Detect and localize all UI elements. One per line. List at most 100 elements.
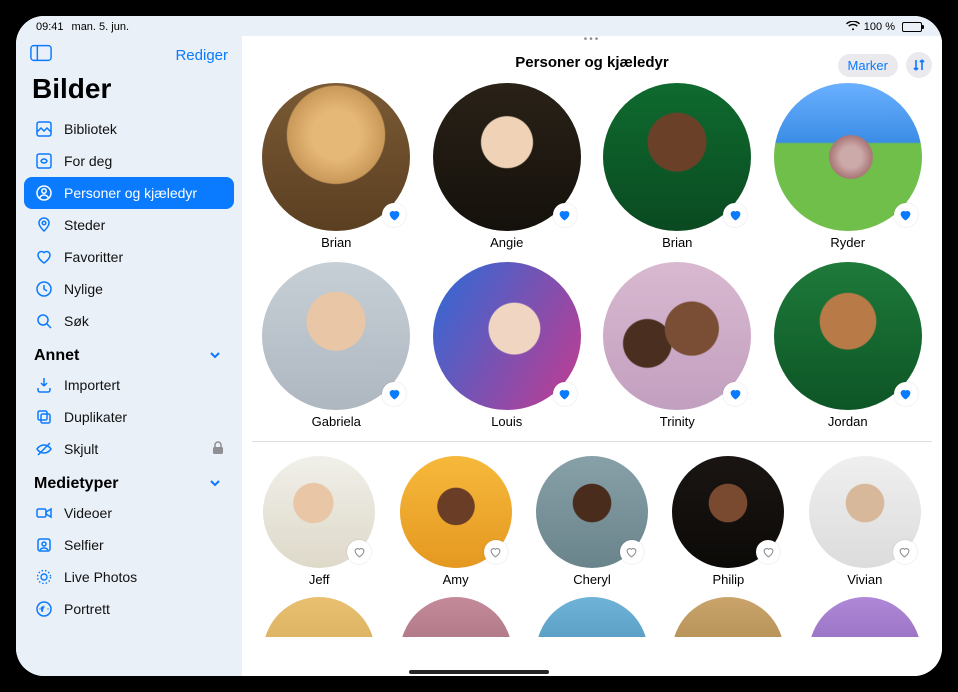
person-card[interactable]: Trinity [601,262,754,429]
person-name: Trinity [660,414,695,429]
sidebar-item-hidden[interactable]: Skjult [24,433,234,465]
sidebar-item-label: Favoritter [64,249,123,265]
people-grid-scroll[interactable]: Brian Angie Brian [242,79,942,676]
main-content: ••• Personer og kjæledyr Marker [242,36,942,676]
person-card[interactable]: Louis [431,262,584,429]
status-time: 09:41 [36,21,64,33]
sidebar-item-videos[interactable]: Videoer [24,497,234,529]
person-name: Jeff [309,572,330,587]
person-name: Jordan [828,414,868,429]
sidebar-item-label: Skjult [64,441,98,457]
person-card[interactable]: Amy [396,456,514,587]
favorites-grid: Brian Angie Brian [252,79,932,429]
sidebar-item-library[interactable]: Bibliotek [24,113,234,145]
person-card[interactable]: Vivian [806,456,924,587]
sidebar-toggle-icon[interactable] [30,44,52,67]
favorite-badge[interactable] [382,382,406,406]
person-card[interactable]: Brian [601,83,754,250]
selfie-icon [34,535,54,555]
person-card[interactable]: Brian [260,83,413,250]
sidebar-item-live-photos[interactable]: Live Photos [24,561,234,593]
favorite-badge[interactable] [382,203,406,227]
person-card[interactable] [533,597,651,637]
portrait-icon: f [34,599,54,619]
person-card[interactable]: Angie [431,83,584,250]
sidebar-item-label: Personer og kjæledyr [64,185,197,201]
sidebar-item-imported[interactable]: Importert [24,369,234,401]
video-icon [34,503,54,523]
sidebar-item-selfies[interactable]: Selfier [24,529,234,561]
sidebar-item-duplicates[interactable]: Duplikater [24,401,234,433]
sidebar-item-label: Nylige [64,281,103,297]
home-indicator[interactable] [409,670,549,674]
person-card[interactable] [260,597,378,637]
sidebar-item-recents[interactable]: Nylige [24,273,234,305]
chevron-down-icon [208,476,224,492]
others-grid: Jeff Amy Cheryl [252,441,932,587]
favorite-badge[interactable] [484,540,508,564]
favorite-badge[interactable] [723,382,747,406]
chevron-down-icon [208,348,224,364]
favorite-badge[interactable] [894,203,918,227]
sidebar-section-other[interactable]: Annet [24,337,234,369]
sidebar: Rediger Bilder Bibliotek For deg Persone… [16,36,242,676]
section-label: Annet [34,347,79,365]
favorite-badge[interactable] [620,540,644,564]
library-icon [34,119,54,139]
sidebar-item-label: Portrett [64,601,110,617]
duplicates-icon [34,407,54,427]
clock-icon [34,279,54,299]
sidebar-item-places[interactable]: Steder [24,209,234,241]
avatar [536,597,648,637]
sidebar-item-for-you[interactable]: For deg [24,145,234,177]
favorite-badge[interactable] [894,382,918,406]
page-title: Personer og kjæledyr [515,54,668,71]
svg-text:f: f [42,607,44,613]
sidebar-item-search[interactable]: Søk [24,305,234,337]
heart-icon [34,247,54,267]
favorite-badge[interactable] [893,540,917,564]
person-card[interactable]: Ryder [772,83,925,250]
person-name: Ryder [830,235,865,250]
lock-icon [212,441,224,458]
edit-button[interactable]: Rediger [175,47,228,64]
avatar [672,597,784,637]
favorite-badge[interactable] [347,540,371,564]
person-card[interactable] [806,597,924,637]
favorite-badge[interactable] [723,203,747,227]
person-name: Brian [321,235,351,250]
favorite-badge[interactable] [756,540,780,564]
person-name: Philip [712,572,744,587]
person-card[interactable] [669,597,787,637]
for-you-icon [34,151,54,171]
avatar [400,597,512,637]
status-bar: 09:41 man. 5. jun. 100 % [16,16,942,36]
person-name: Brian [662,235,692,250]
hidden-icon [34,439,54,459]
multitask-indicator[interactable]: ••• [242,36,942,48]
sidebar-item-people-pets[interactable]: Personer og kjæledyr [24,177,234,209]
person-card[interactable]: Philip [669,456,787,587]
person-card[interactable]: Cheryl [533,456,651,587]
sidebar-section-media-types[interactable]: Medietyper [24,465,234,497]
others-grid-partial [252,593,932,637]
people-icon [34,183,54,203]
sidebar-item-portrait[interactable]: f Portrett [24,593,234,625]
sidebar-item-label: For deg [64,153,112,169]
sidebar-item-label: Videoer [64,505,112,521]
person-card[interactable]: Jeff [260,456,378,587]
person-name: Amy [443,572,469,587]
person-card[interactable]: Gabriela [260,262,413,429]
person-card[interactable]: Jordan [772,262,925,429]
person-card[interactable] [396,597,514,637]
sidebar-item-label: Søk [64,313,89,329]
sort-button[interactable] [906,52,932,78]
favorite-badge[interactable] [553,203,577,227]
select-button[interactable]: Marker [838,54,898,77]
sidebar-item-label: Importert [64,377,120,393]
sidebar-item-favorites[interactable]: Favoritter [24,241,234,273]
sidebar-item-label: Selfier [64,537,104,553]
favorite-badge[interactable] [553,382,577,406]
live-photos-icon [34,567,54,587]
person-name: Louis [491,414,522,429]
